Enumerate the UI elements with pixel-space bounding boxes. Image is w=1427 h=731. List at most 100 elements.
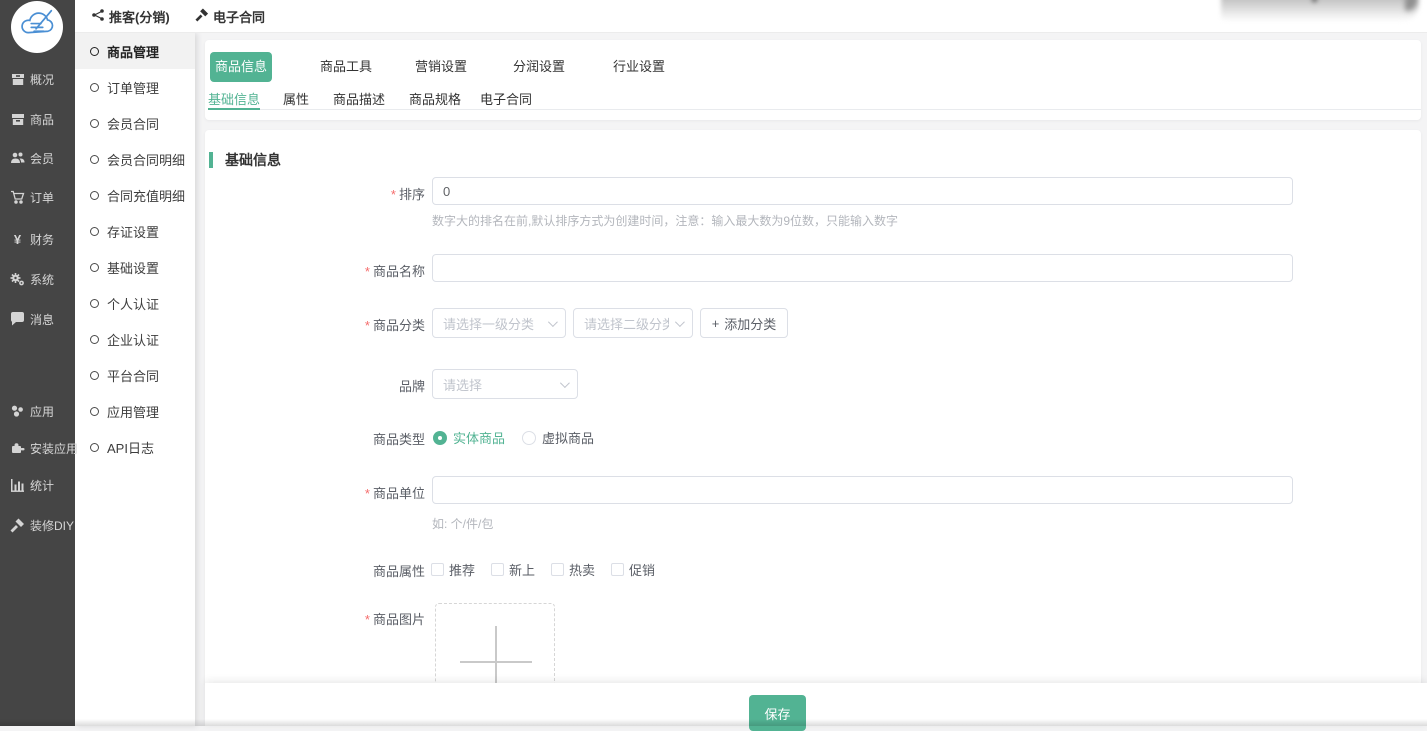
unit-help-text: 如: 个/件/包 [432,515,493,532]
radio-virtual-product[interactable]: 虚拟商品 [522,428,594,447]
topbar-item-distribution[interactable]: 推客(分销) [91,0,170,33]
sort-help-text: 数字大的排名在前,默认排序方式为创建时间，注意：输入最大数为9位数，只能输入数字 [432,212,898,229]
select-placeholder: 请选择一级分类 [443,314,542,333]
overview-icon [9,73,26,86]
menu-item-platform-contract[interactable]: 平台合同 [75,357,195,393]
topbar: 推客(分销) 电子合同 [75,0,1427,33]
sidebar-item-label: 商品 [30,111,54,128]
checkbox-promotion[interactable]: 促销 [611,560,655,579]
menu-item-app-management[interactable]: 应用管理 [75,393,195,429]
subtab-specs[interactable]: 商品规格 [409,89,461,110]
topbar-item-econtract[interactable]: 电子合同 [195,0,265,33]
topbar-item-label: 电子合同 [213,7,265,26]
sidebar-item-install-apps[interactable]: 安装应用 [0,438,75,458]
subtab-attributes[interactable]: 属性 [283,89,309,110]
members-icon [9,151,26,165]
subtab-basic-info[interactable]: 基础信息 [208,89,260,110]
required-mark: * [365,318,370,333]
menu-item-label: 订单管理 [107,78,159,97]
circle-icon [90,371,99,380]
checkbox-new[interactable]: 新上 [491,560,535,579]
required-mark: * [365,486,370,501]
sidebar-item-overview[interactable]: 概况 [0,69,75,89]
subtab-description[interactable]: 商品描述 [333,89,385,110]
field-label-attributes: 商品属性 [205,561,425,580]
system-gear-icon [9,272,26,287]
sidebar-item-goods[interactable]: 商品 [0,109,75,129]
orders-cart-icon [9,190,26,205]
add-category-button[interactable]: + 添加分类 [700,308,788,338]
field-label-product-type: 商品类型 [205,429,425,448]
menu-item-product-management[interactable]: 商品管理 [75,33,195,69]
checkbox-label: 推荐 [449,560,475,579]
circle-icon [90,227,99,236]
checkbox-hot[interactable]: 热卖 [551,560,595,579]
select-placeholder: 请选择 [443,375,554,394]
select-placeholder: 请选择二级分类 [584,314,669,333]
brand-select[interactable]: 请选择 [432,369,578,399]
sidebar-item-system[interactable]: 系统 [0,269,75,289]
circle-icon [90,155,99,164]
menu-item-enterprise-auth[interactable]: 企业认证 [75,321,195,357]
sidebar-item-finance[interactable]: ¥ 财务 [0,229,75,249]
radio-physical-product[interactable]: 实体商品 [433,428,505,447]
goods-icon [9,113,26,126]
app-logo[interactable] [11,1,63,53]
menu-item-member-contract[interactable]: 会员合同 [75,105,195,141]
unit-input[interactable] [432,476,1293,504]
circle-icon [90,263,99,272]
subtab-econtract[interactable]: 电子合同 [480,89,532,110]
menu-item-label: 平台合同 [107,366,159,385]
sidebar-item-messages[interactable]: 消息 [0,309,75,329]
field-label-category: *商品分类 [205,315,425,334]
chevron-down-icon [675,317,685,327]
sort-input[interactable] [432,177,1293,205]
menu-item-evidence-settings[interactable]: 存证设置 [75,213,195,249]
sidebar-item-members[interactable]: 会员 [0,148,75,168]
menu-item-basic-settings[interactable]: 基础设置 [75,249,195,285]
category-level2-select[interactable]: 请选择二级分类 [573,308,693,338]
circle-icon [90,299,99,308]
category-level1-select[interactable]: 请选择一级分类 [432,308,566,338]
finance-yen-icon: ¥ [9,232,26,247]
product-name-input[interactable] [432,254,1293,282]
menu-item-contract-recharge-detail[interactable]: 合同充值明细 [75,177,195,213]
field-label-unit: *商品单位 [205,483,425,502]
menu-item-api-log[interactable]: API日志 [75,429,195,465]
radio-label: 虚拟商品 [542,428,594,447]
menu-item-personal-auth[interactable]: 个人认证 [75,285,195,321]
redacted-user-info [1221,0,1419,22]
tab-product-tools[interactable]: 商品工具 [315,52,377,82]
sidebar-item-statistics[interactable]: 统计 [0,475,75,495]
menu-item-order-management[interactable]: 订单管理 [75,69,195,105]
circle-icon [90,83,99,92]
sidebar-item-orders[interactable]: 订单 [0,187,75,207]
required-mark: * [365,612,370,627]
checkbox-icon [491,563,504,576]
main-content: 商品信息 商品工具 营销设置 分润设置 行业设置 基础信息 属性 商品描述 商品… [195,33,1427,726]
menu-item-label: 个人认证 [107,294,159,313]
radio-selected-icon [433,431,447,445]
section-accent-bar [209,152,213,168]
sidebar-item-label: 概况 [30,71,54,88]
radio-unselected-icon [522,431,536,445]
menu-item-member-contract-detail[interactable]: 会员合同明细 [75,141,195,177]
sidebar-item-label: 应用 [30,403,54,420]
sidebar-item-apps[interactable]: 应用 [0,401,75,421]
tab-marketing-settings[interactable]: 营销设置 [410,52,472,82]
subtab-divider [208,109,1421,110]
checkbox-icon [551,563,564,576]
menu-item-label: 基础设置 [107,258,159,277]
tab-profit-settings[interactable]: 分润设置 [508,52,570,82]
circle-icon [90,119,99,128]
add-category-label: 添加分类 [724,314,776,333]
checkbox-icon [611,563,624,576]
circle-icon [90,335,99,344]
checkbox-label: 新上 [509,560,535,579]
tab-product-info[interactable]: 商品信息 [210,52,272,82]
checkbox-recommend[interactable]: 推荐 [431,560,475,579]
tab-industry-settings[interactable]: 行业设置 [608,52,670,82]
chevron-down-icon [560,378,570,388]
sidebar-item-diy[interactable]: 装修DIY [0,515,75,535]
sidebar-item-label: 装修DIY [30,517,74,534]
